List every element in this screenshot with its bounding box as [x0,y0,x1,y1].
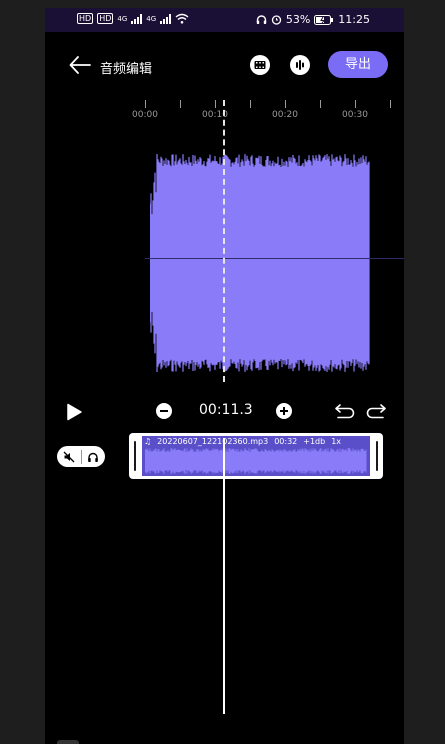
clip-speed: 1x [331,437,342,446]
monitor-button[interactable] [82,446,106,467]
ruler-label: 00:00 [132,110,158,120]
hd-badge-2: HD [97,13,114,24]
ruler-tick [355,100,356,108]
ruler-tick [250,100,251,108]
zoom-in-button[interactable] [276,403,292,419]
ruler-label: 00:20 [272,110,298,120]
waveform-shape [150,154,370,372]
clip-body: ♫ 20220607_122102360.mp3 00:32 +1db 1x [142,436,370,476]
signal-icon [131,13,143,24]
export-button[interactable]: 导出 [328,51,388,78]
nav-handle [57,740,79,744]
status-right: 53% 11:25 [256,13,370,26]
play-icon[interactable] [65,403,83,421]
zoom-out-button[interactable] [156,403,172,419]
clip-gain: +1db [303,437,326,446]
waveform-center-line [145,258,404,259]
wifi-icon [175,13,189,24]
track-audio-toggles [57,446,105,467]
clip-duration: 00:32 [274,437,298,446]
back-button[interactable] [67,52,93,78]
status-time: 11:25 [338,13,370,26]
ruler-tick [180,100,181,108]
playback-controls: 00:11.3 [45,400,404,426]
network-label-1: 4G [117,14,128,23]
status-bar: HD HD 4G 4G 53% 11:25 [45,8,404,32]
redo-icon[interactable] [365,403,387,419]
undo-icon[interactable] [334,403,356,419]
audio-bars-icon [296,60,304,70]
status-left: HD HD 4G 4G [77,13,189,24]
signal-icon-2 [160,13,172,24]
waveform-view[interactable] [150,154,370,372]
film-strip-button[interactable] [250,55,270,75]
top-bar: 音频编辑 导出 [45,48,404,84]
music-note-icon: ♫ [144,437,152,446]
alarm-icon [271,15,281,25]
page-title: 音频编辑 [100,62,153,77]
clip-right-handle[interactable] [376,441,378,471]
network-label-2: 4G [146,14,157,23]
timeline-playhead[interactable] [223,438,225,714]
ruler-tick [215,100,216,108]
speaker-muted-icon [63,451,75,462]
battery-percent: 53% [285,13,311,26]
ruler-tick [145,100,146,108]
ruler-tick [320,100,321,108]
ruler-label: 00:30 [342,110,368,120]
playhead-marker[interactable] [223,100,225,382]
plus-icon-v [283,407,285,415]
clip-filename: 20220607_122102360.mp3 [157,437,269,446]
headphones-icon [88,452,99,462]
mute-button[interactable] [57,446,81,467]
minus-icon [160,410,168,412]
audio-bars-button[interactable] [290,55,310,75]
clip-info: ♫ 20220607_122102360.mp3 00:32 +1db 1x [144,437,341,446]
clip-left-handle[interactable] [134,441,136,471]
clip-waveform [145,448,367,474]
headphones-status-icon [256,15,267,24]
ruler-tick [390,100,391,108]
audio-clip[interactable]: ♫ 20220607_122102360.mp3 00:32 +1db 1x [129,433,383,479]
battery-icon [314,14,334,25]
phone-screen: HD HD 4G 4G 53% 11:25 音频编辑 导出 00:00 00:1… [45,8,404,744]
current-time: 00:11.3 [199,402,253,418]
film-strip-icon [254,61,266,69]
ruler-tick [285,100,286,108]
hd-badge: HD [77,13,94,24]
arrow-left-icon [69,56,91,74]
clip-waveform-shape [145,448,367,474]
